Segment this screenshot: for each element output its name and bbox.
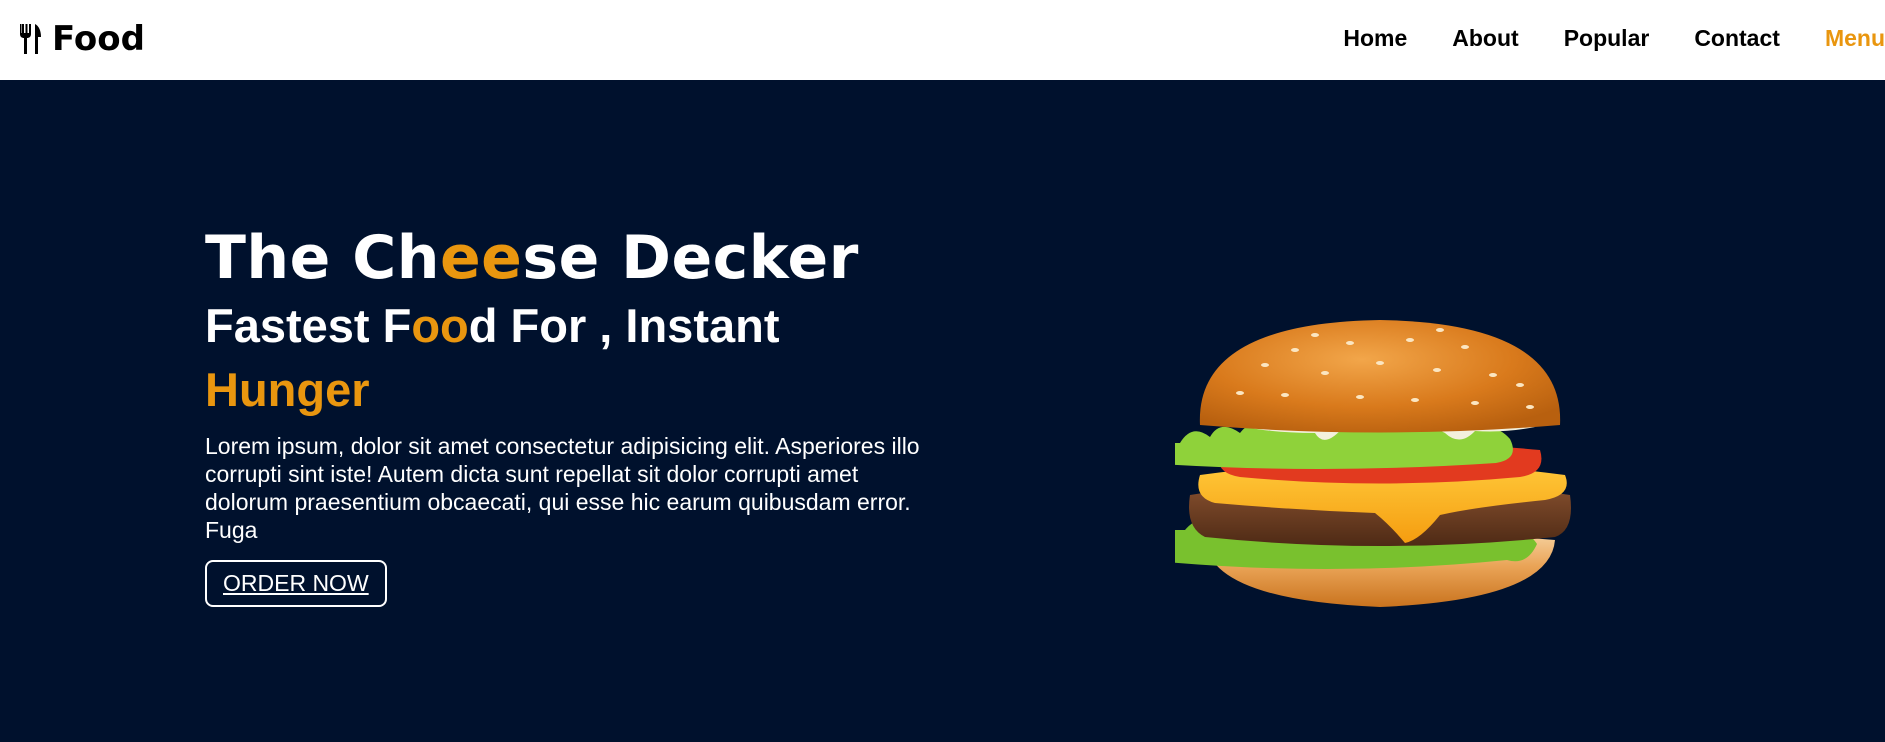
hero-title: The Cheese Decker (205, 222, 935, 294)
hero-title-part-1: The Ch (205, 223, 440, 293)
nav-contact[interactable]: Contact (1694, 25, 1780, 52)
nav-about[interactable]: About (1452, 25, 1518, 52)
hero-subtitle-part-2: d For , Instant (468, 299, 780, 352)
hero-subtitle-hunger: Hunger (205, 363, 370, 416)
hero-content: The Cheese Decker Fastest Food For , Ins… (205, 222, 935, 607)
nav-home[interactable]: Home (1343, 25, 1407, 52)
nav-popular[interactable]: Popular (1564, 25, 1650, 52)
hero-subtitle: Fastest Food For , Instant Hunger (205, 294, 935, 422)
nav-menu[interactable]: Menu (1825, 25, 1885, 52)
order-now-button[interactable]: ORDER NOW (205, 560, 387, 607)
brand[interactable]: Food (18, 14, 145, 64)
hero-title-highlight: ee (439, 223, 523, 293)
cheeseburger-image (1175, 320, 1571, 607)
utensils-icon (20, 24, 41, 54)
main-menu: Home About Popular Contact Menu (1343, 0, 1885, 76)
top-navbar: Food Home About Popular Contact Menu (0, 0, 1885, 80)
hero-subtitle-highlight: oo (411, 299, 469, 352)
hero-description: Lorem ipsum, dolor sit amet consectetur … (205, 433, 920, 543)
hero-section: The Cheese Decker Fastest Food For , Ins… (0, 80, 1885, 742)
hero-subtitle-part-1: Fastest F (205, 299, 412, 352)
brand-name: Food (52, 19, 145, 59)
hero-title-part-2: se Decker (522, 223, 859, 293)
